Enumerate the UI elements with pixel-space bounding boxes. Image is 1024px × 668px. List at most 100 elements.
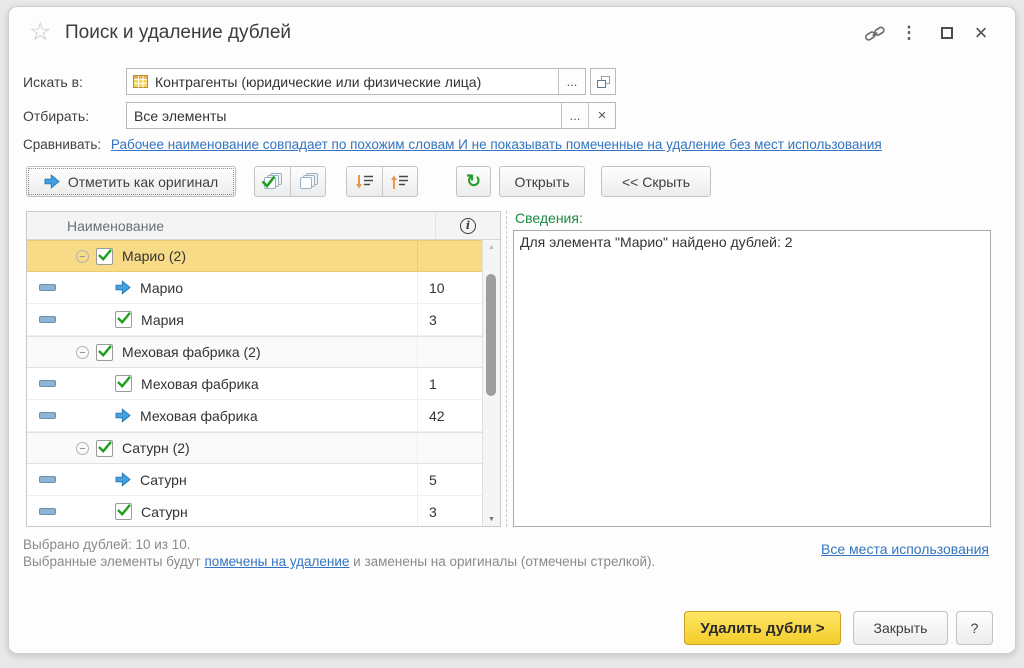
row-marker-cell	[27, 380, 67, 387]
row-name-cell: Меховая фабрика	[67, 400, 418, 431]
search-in-label: Искать в:	[23, 74, 83, 90]
window-title: Поиск и удаление дублей	[65, 22, 291, 44]
scroll-up-icon[interactable]: ▲	[483, 240, 500, 254]
uncheck-all-button[interactable]	[290, 167, 325, 196]
table-row[interactable]: Меховая фабрика (2)	[27, 336, 482, 368]
delete-duplicates-label: Удалить дубли >	[700, 620, 824, 637]
filter-choose-button[interactable]: ...	[561, 103, 588, 128]
status-line2: Выбранные элементы будут помечены на уда…	[23, 554, 655, 569]
table-row[interactable]: Меховая фабрика1	[27, 368, 482, 400]
name-column-header[interactable]: Наименование	[67, 218, 164, 234]
duplicate-dash-icon	[39, 476, 56, 483]
row-marker-cell	[27, 508, 67, 515]
collapse-icon[interactable]	[76, 250, 89, 263]
table-row[interactable]: Сатурн (2)	[27, 432, 482, 464]
table-rows: Марио (2)Марио10Мария3Меховая фабрика (2…	[27, 240, 482, 526]
mark-as-original-button[interactable]: Отметить как оригинал	[26, 166, 236, 197]
desktop-background: ☆ Поиск и удаление дублей ⋮ × Искать в:	[0, 0, 1024, 668]
search-in-value: Контрагенты (юридические или физические …	[148, 74, 558, 90]
details-text-area[interactable]: Для элемента "Марио" найдено дублей: 2	[513, 230, 991, 527]
more-menu-icon[interactable]: ⋮	[895, 21, 923, 45]
compare-row: Сравнивать: Рабочее наименование совпада…	[23, 137, 1003, 152]
search-in-field[interactable]: Контрагенты (юридические или физические …	[126, 68, 586, 95]
sort-descending-button[interactable]	[347, 167, 382, 196]
sort-button-group	[346, 166, 418, 197]
duplicate-dash-icon	[39, 412, 56, 419]
open-in-window-button[interactable]	[590, 68, 616, 95]
collapse-icon[interactable]	[76, 346, 89, 359]
row-name-cell: Сатурн (2)	[67, 433, 418, 463]
search-in-choose-button[interactable]: ...	[558, 69, 585, 94]
collapse-icon[interactable]	[76, 442, 89, 455]
row-usage-count: 10	[418, 280, 482, 296]
row-name-cell: Меховая фабрика	[67, 368, 418, 399]
table-header[interactable]: Наименование i	[27, 212, 500, 240]
maximize-icon[interactable]	[933, 21, 961, 45]
close-icon[interactable]: ×	[967, 21, 995, 45]
help-button[interactable]: ?	[956, 611, 993, 645]
info-column-icon[interactable]: i	[460, 218, 476, 234]
filter-field[interactable]: Все элементы ... ×	[126, 102, 616, 129]
panel-splitter[interactable]	[506, 211, 507, 527]
status-line2-before: Выбранные элементы будут	[23, 554, 205, 569]
table-row[interactable]: Мария3	[27, 304, 482, 336]
sort-ascending-button[interactable]	[382, 167, 417, 196]
table-row[interactable]: Марио (2)	[27, 240, 482, 272]
row-usage-count: 42	[418, 408, 482, 424]
compare-settings-link[interactable]: Рабочее наименование совпадает по похожи…	[111, 137, 882, 152]
filter-value: Все элементы	[127, 108, 561, 124]
open-button[interactable]: Открыть	[499, 166, 585, 197]
duplicate-dash-icon	[39, 508, 56, 515]
original-arrow-icon	[44, 174, 60, 189]
uncheck-all-icon	[299, 173, 318, 190]
get-link-icon[interactable]	[861, 21, 889, 45]
checkbox-checked-icon[interactable]	[115, 311, 132, 328]
toolbar: Отметить как оригинал	[9, 166, 1015, 198]
table-row[interactable]: Марио 10	[27, 272, 482, 304]
status-line2-after: и заменены на оригиналы (отмечены стрелк…	[349, 554, 655, 569]
compare-label: Сравнивать:	[23, 137, 101, 152]
close-button[interactable]: Закрыть	[853, 611, 948, 645]
hide-button-label: << Скрыть	[622, 174, 690, 190]
filter-label: Отбирать:	[23, 108, 89, 124]
row-label: Сатурн (2)	[122, 440, 190, 456]
check-all-button[interactable]	[255, 167, 290, 196]
row-name-cell: Мария	[67, 304, 418, 335]
duplicate-dash-icon	[39, 380, 56, 387]
hide-panel-button[interactable]: << Скрыть	[601, 166, 711, 197]
row-name-cell: Меховая фабрика (2)	[67, 337, 418, 367]
row-marker-cell	[27, 284, 67, 291]
table-scrollbar[interactable]: ▲ ▼	[482, 240, 500, 526]
favorite-star-icon[interactable]: ☆	[29, 17, 51, 47]
filter-clear-button[interactable]: ×	[588, 103, 615, 128]
row-usage-count: 1	[418, 376, 482, 392]
scrollbar-thumb[interactable]	[486, 274, 496, 396]
checkbox-checked-icon[interactable]	[96, 344, 113, 361]
table-row[interactable]: Сатурн5	[27, 464, 482, 496]
catalog-icon	[133, 75, 148, 88]
row-name-cell: Сатурн	[67, 464, 418, 495]
row-usage-count: 3	[418, 312, 482, 328]
table-row[interactable]: Меховая фабрика 42	[27, 400, 482, 432]
duplicate-dash-icon	[39, 284, 56, 291]
checkbox-checked-icon[interactable]	[115, 503, 132, 520]
checkbox-checked-icon[interactable]	[96, 440, 113, 457]
marked-for-deletion-link[interactable]: помечены на удаление	[205, 554, 350, 569]
row-marker-cell	[27, 412, 67, 419]
check-all-icon	[263, 173, 282, 190]
checkbox-button-group	[254, 166, 326, 197]
open-in-window-icon	[597, 76, 610, 88]
table-row[interactable]: Сатурн3	[27, 496, 482, 526]
open-button-label: Открыть	[515, 174, 570, 190]
sort-descending-icon	[355, 173, 375, 191]
duplicate-dash-icon	[39, 316, 56, 323]
row-name-cell: Сатурн	[67, 496, 418, 526]
all-usage-locations-link[interactable]: Все места использования	[821, 541, 989, 557]
checkbox-checked-icon[interactable]	[115, 375, 132, 392]
row-label: Меховая фабрика	[140, 408, 258, 424]
checkbox-checked-icon[interactable]	[96, 248, 113, 265]
delete-duplicates-button[interactable]: Удалить дубли >	[684, 611, 841, 645]
refresh-button[interactable]: ↻	[456, 166, 491, 197]
scroll-down-icon[interactable]: ▼	[483, 512, 500, 526]
row-label: Марио	[140, 280, 183, 296]
